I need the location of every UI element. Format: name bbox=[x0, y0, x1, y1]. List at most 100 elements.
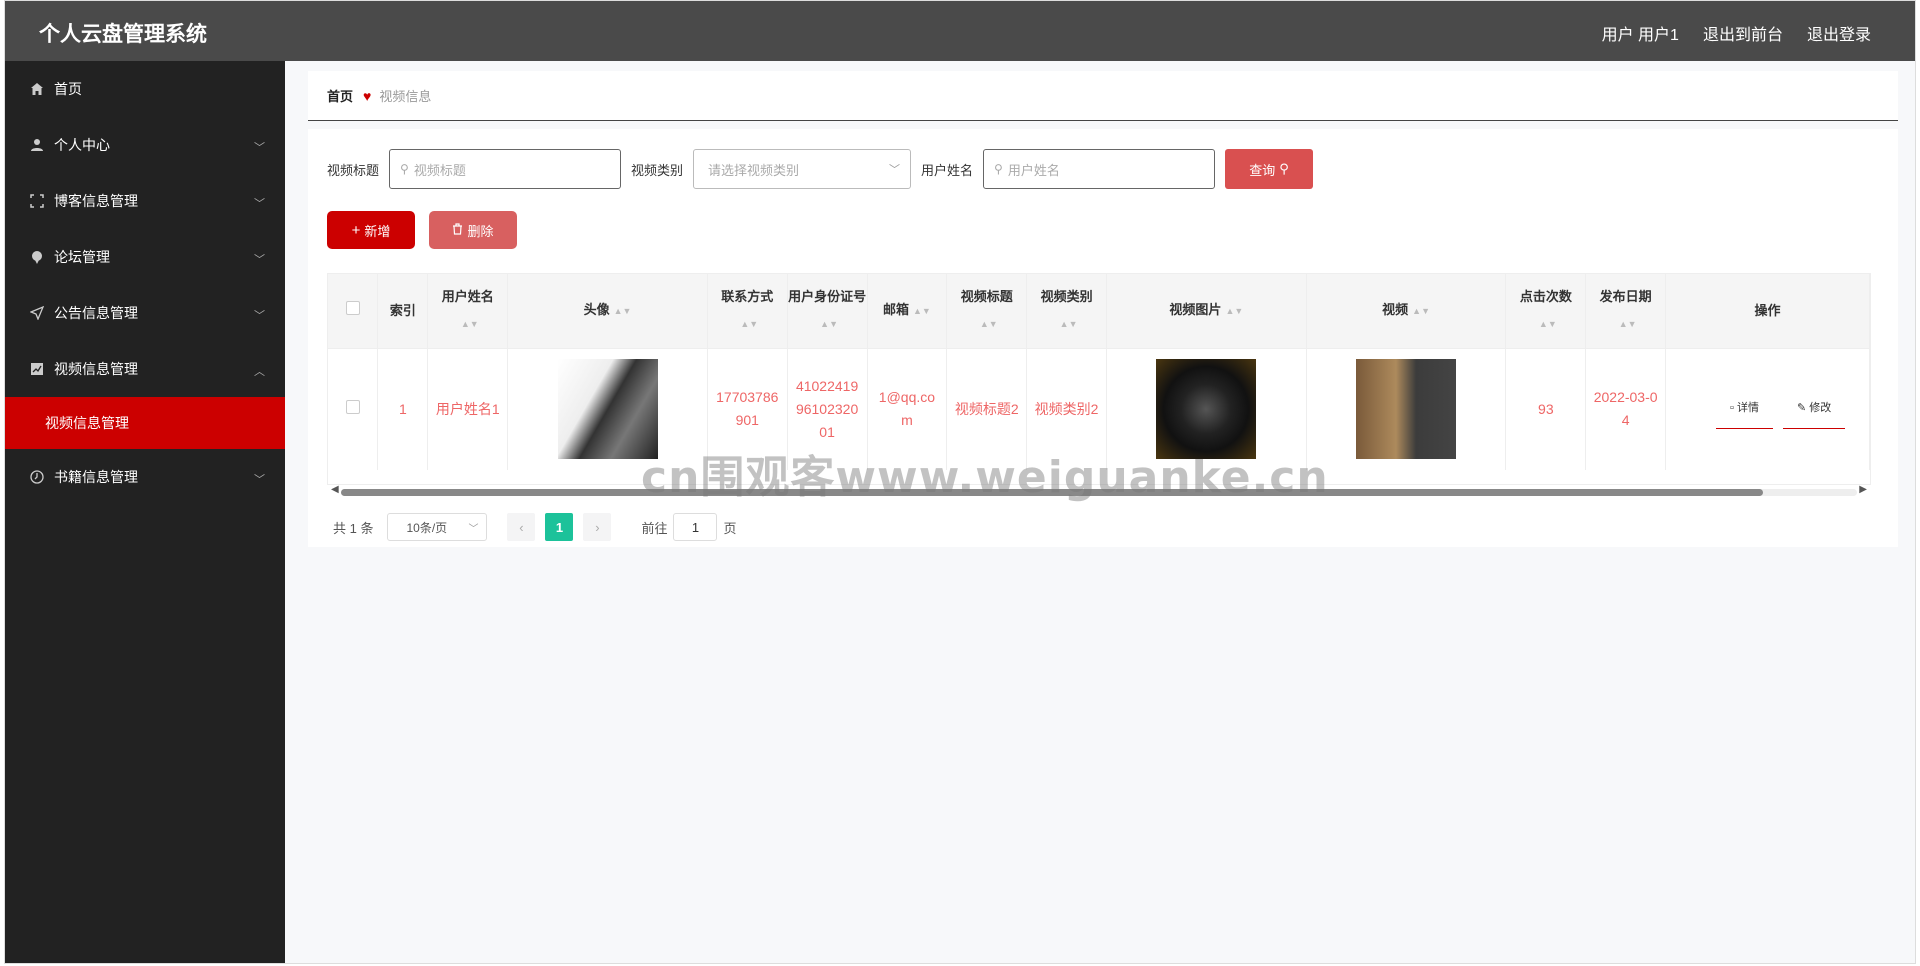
chevron-down-icon: ﹀ bbox=[254, 474, 265, 486]
page-number-button[interactable]: 1 bbox=[545, 513, 574, 541]
sort-icon[interactable]: ▲▼ bbox=[461, 319, 479, 329]
scroll-left-icon[interactable]: ◀ bbox=[331, 484, 339, 495]
column-header: 操作 bbox=[1665, 274, 1870, 349]
prev-page-button[interactable]: ‹ bbox=[507, 513, 536, 541]
heart-icon: ♥ bbox=[363, 87, 372, 104]
column-header[interactable]: 点击次数 ▲▼ bbox=[1505, 274, 1587, 349]
watermark: cn围观客www.weiguanke.cn bbox=[641, 452, 1329, 503]
frame-icon bbox=[29, 193, 45, 209]
goto-page-input[interactable]: 1 bbox=[673, 513, 718, 541]
column-header[interactable]: 头像 ▲▼ bbox=[507, 274, 708, 349]
search-icon: ⚲ bbox=[1279, 161, 1289, 176]
home-icon bbox=[29, 81, 45, 97]
exit-to-front-link[interactable]: 退出到前台 bbox=[1703, 21, 1783, 45]
video-title-placeholder: 视频标题 bbox=[413, 162, 466, 178]
top-actions: 用户 用户1 退出到前台 退出登录 bbox=[1602, 21, 1871, 45]
sort-icon[interactable]: ▲▼ bbox=[1060, 319, 1078, 329]
current-user-label[interactable]: 用户 用户1 bbox=[1602, 21, 1679, 45]
breadcrumb: 首页 ♥ 视频信息 bbox=[308, 71, 1898, 121]
sidebar-item-label: 公告信息管理 bbox=[54, 305, 138, 321]
sort-icon[interactable]: ▲▼ bbox=[1619, 319, 1637, 329]
delete-button-label: 删除 bbox=[467, 223, 494, 239]
column-header: 索引 bbox=[377, 274, 429, 349]
cell-video[interactable] bbox=[1306, 348, 1507, 470]
sidebar-item-home[interactable]: 首页 bbox=[5, 61, 285, 117]
scroll-right-icon[interactable]: ▶ bbox=[1859, 484, 1867, 495]
page-size-select[interactable]: 10条/页 ﹀ bbox=[387, 513, 488, 541]
column-header[interactable]: 视频图片 ▲▼ bbox=[1106, 274, 1307, 349]
cell-clicks: 93 bbox=[1505, 348, 1587, 470]
sidebar-item-video[interactable]: 视频信息管理 ︿ bbox=[5, 341, 285, 397]
column-header[interactable]: 邮箱 ▲▼ bbox=[867, 274, 948, 349]
table-header-row: 索引 用户姓名 ▲▼ 头像 ▲▼ 联系方式 ▲▼ 用户身份证号▲▼ 邮箱 ▲▼ 视频标题… bbox=[328, 274, 1870, 349]
sidebar-item-blog[interactable]: 博客信息管理 ﹀ bbox=[5, 173, 285, 229]
delete-button[interactable]: 删除 bbox=[429, 211, 517, 249]
column-header[interactable]: 联系方式 ▲▼ bbox=[707, 274, 788, 349]
cell-index: 1 bbox=[377, 348, 429, 470]
video-player[interactable] bbox=[1356, 359, 1457, 460]
sort-icon[interactable]: ▲▼ bbox=[1539, 319, 1557, 329]
column-header[interactable]: 视频 ▲▼ bbox=[1306, 274, 1507, 349]
video-title-label: 视频标题 bbox=[327, 162, 380, 178]
search-icon: ⚲ bbox=[400, 162, 409, 176]
page-unit-label: 页 bbox=[723, 520, 737, 536]
sort-icon[interactable]: ▲▼ bbox=[913, 306, 931, 316]
breadcrumb-current: 视频信息 bbox=[379, 89, 432, 104]
sort-icon[interactable]: ▲▼ bbox=[820, 319, 838, 329]
query-button[interactable]: 查询 ⚲ bbox=[1225, 149, 1314, 189]
breadcrumb-home[interactable]: 首页 bbox=[327, 86, 353, 105]
sidebar: 首页 个人中心 ﹀ 博客信息管理 ﹀ 论坛管理 ﹀ 公告信息管理 ﹀ 视频信息管… bbox=[5, 61, 285, 963]
username-input[interactable]: ⚲ 用户姓名 bbox=[983, 149, 1216, 189]
chevron-down-icon: ﹀ bbox=[254, 254, 265, 266]
chevron-down-icon: ﹀ bbox=[254, 198, 265, 210]
column-header[interactable]: 用户姓名 ▲▼ bbox=[427, 274, 509, 349]
sort-icon[interactable]: ▲▼ bbox=[1225, 306, 1243, 316]
column-header[interactable]: 发布日期 ▲▼ bbox=[1585, 274, 1667, 349]
row-checkbox[interactable] bbox=[328, 348, 379, 470]
chart-icon bbox=[29, 361, 45, 377]
send-icon bbox=[29, 305, 45, 321]
chevron-down-icon: ﹀ bbox=[254, 310, 265, 322]
cell-operations: ▫ 详情 ✎ 修改 bbox=[1665, 348, 1870, 470]
detail-button[interactable]: ▫ 详情 bbox=[1716, 389, 1774, 430]
sidebar-item-books[interactable]: 书籍信息管理 ﹀ bbox=[5, 449, 285, 505]
select-all-checkbox[interactable] bbox=[328, 274, 379, 349]
app-title: 个人云盘管理系统 bbox=[39, 23, 207, 46]
sidebar-item-label: 个人中心 bbox=[54, 137, 110, 153]
column-header[interactable]: 用户身份证号▲▼ bbox=[787, 274, 868, 349]
sidebar-item-notice[interactable]: 公告信息管理 ﹀ bbox=[5, 285, 285, 341]
sidebar-item-personal-center[interactable]: 个人中心 ﹀ bbox=[5, 117, 285, 173]
goto-label: 前往 bbox=[641, 520, 668, 536]
sort-icon[interactable]: ▲▼ bbox=[614, 306, 632, 316]
sidebar-item-forum[interactable]: 论坛管理 ﹀ bbox=[5, 229, 285, 285]
user-icon bbox=[29, 137, 45, 153]
column-header[interactable]: 视频标题 ▲▼ bbox=[946, 274, 1028, 349]
sidebar-subitem-video-manage[interactable]: 视频信息管理 bbox=[5, 397, 285, 449]
logout-link[interactable]: 退出登录 bbox=[1807, 21, 1871, 45]
action-bar: + 新增 删除 bbox=[327, 211, 517, 249]
search-icon: ⚲ bbox=[994, 162, 1003, 176]
query-button-label: 查询 bbox=[1249, 162, 1276, 178]
cell-date: 2022-03-04 bbox=[1585, 348, 1667, 470]
sidebar-item-label: 首页 bbox=[54, 81, 82, 97]
next-page-button[interactable]: › bbox=[583, 513, 612, 541]
search-bar: 视频标题 ⚲ 视频标题 视频类别 请选择视频类别 ﹀ 用户姓名 ⚲ 用户姓名 查… bbox=[327, 149, 1314, 189]
sidebar-item-label: 论坛管理 bbox=[54, 249, 110, 265]
edit-button[interactable]: ✎ 修改 bbox=[1783, 389, 1846, 430]
chevron-down-icon: ﹀ bbox=[468, 523, 479, 535]
sidebar-item-label: 书籍信息管理 bbox=[54, 469, 138, 485]
sort-icon[interactable]: ▲▼ bbox=[740, 319, 758, 329]
username-placeholder: 用户姓名 bbox=[1007, 162, 1060, 178]
video-title-input[interactable]: ⚲ 视频标题 bbox=[389, 149, 622, 189]
pin-icon bbox=[29, 249, 45, 265]
chevron-up-icon: ︿ bbox=[254, 366, 265, 378]
add-button[interactable]: + 新增 bbox=[327, 211, 415, 249]
top-bar: 个人云盘管理系统 用户 用户1 退出到前台 退出登录 bbox=[5, 1, 1915, 61]
username-label: 用户姓名 bbox=[921, 162, 974, 178]
app-window: 个人云盘管理系统 用户 用户1 退出到前台 退出登录 首页 个人中心 ﹀ 博客信… bbox=[4, 0, 1916, 964]
video-type-select[interactable]: 请选择视频类别 ﹀ bbox=[693, 149, 912, 189]
column-header[interactable]: 视频类别 ▲▼ bbox=[1026, 274, 1107, 349]
sort-icon[interactable]: ▲▼ bbox=[980, 319, 998, 329]
trash-icon bbox=[452, 222, 463, 238]
sort-icon[interactable]: ▲▼ bbox=[1412, 306, 1430, 316]
